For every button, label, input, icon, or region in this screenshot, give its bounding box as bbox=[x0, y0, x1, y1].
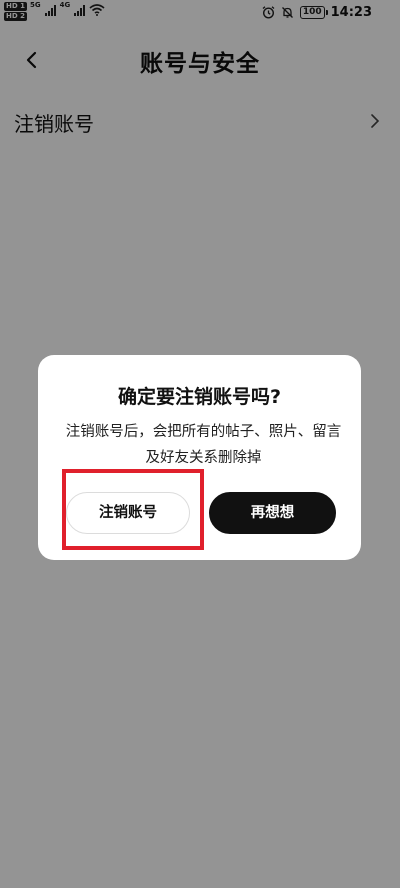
dialog-message: 注销账号后，会把所有的帖子、照片、留言及好友关系删除掉 bbox=[65, 424, 342, 466]
dialog-title: 确定要注销账号吗? bbox=[117, 386, 282, 408]
highlight-annotation bbox=[62, 469, 204, 550]
reconsider-button[interactable]: 再想想 bbox=[209, 492, 336, 534]
